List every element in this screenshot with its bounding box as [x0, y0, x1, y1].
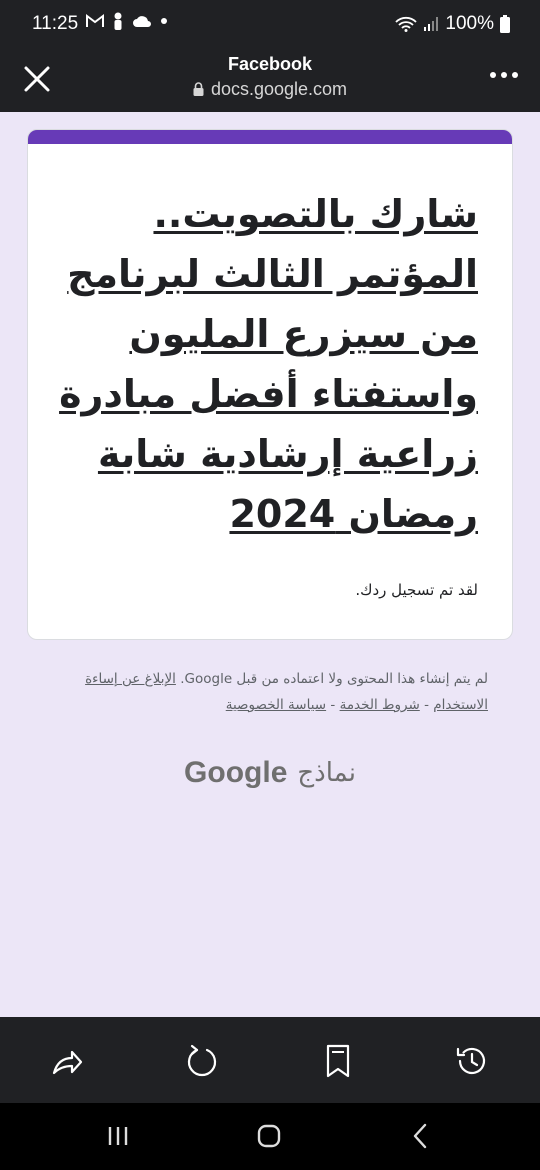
- bookmark-icon[interactable]: [320, 1043, 356, 1079]
- dot-icon: [161, 18, 167, 24]
- status-bar: 11:25 100%: [0, 0, 540, 48]
- brand-google: Google: [184, 756, 288, 789]
- refresh-icon[interactable]: [184, 1043, 220, 1079]
- bottom-toolbar: [0, 1017, 540, 1103]
- terms-link[interactable]: شروط الخدمة: [340, 697, 420, 713]
- disclaimer: لم يتم إنشاء هذا المحتوى ولا اعتماده من …: [85, 671, 488, 713]
- url-display[interactable]: docs.google.com: [0, 79, 540, 100]
- gmail-icon: [86, 14, 104, 27]
- notification-icons: [86, 12, 168, 30]
- brand-forms: نماذج: [297, 758, 356, 788]
- home-icon[interactable]: [254, 1121, 284, 1151]
- page-title: Facebook: [227, 54, 313, 74]
- url-text: docs.google.com: [210, 79, 348, 99]
- battery-percent: 100%: [445, 13, 494, 34]
- privacy-link[interactable]: سياسة الخصوصية: [226, 697, 326, 713]
- system-nav-bar: [0, 1103, 540, 1170]
- browser-top-bar: Facebook docs.google.com: [0, 48, 540, 112]
- recents-icon[interactable]: [103, 1121, 133, 1151]
- form-card: شارك بالتصويت.. المؤتمر الثالث لبرنامج م…: [27, 129, 513, 640]
- disclaimer-text: لم يتم إنشاء هذا المحتوى ولا اعتماده من …: [180, 671, 488, 687]
- battery-icon: [500, 15, 510, 33]
- signal-icon: [424, 17, 439, 31]
- wifi-icon: [395, 16, 418, 32]
- status-right: 100%: [395, 13, 510, 35]
- form-accent-bar: [28, 130, 512, 144]
- history-icon[interactable]: [454, 1043, 490, 1079]
- share-icon[interactable]: [49, 1043, 85, 1079]
- form-title: شارك بالتصويت.. المؤتمر الثالث لبرنامج م…: [59, 192, 478, 536]
- cloud-icon: [133, 16, 151, 27]
- person-icon: [114, 12, 122, 30]
- google-forms-logo[interactable]: Google نماذج: [0, 756, 540, 790]
- confirmation-message: لقد تم تسجيل ردك.: [355, 581, 478, 599]
- lock-icon: [193, 82, 204, 96]
- status-time: 11:25: [32, 13, 79, 34]
- more-options-icon[interactable]: [490, 72, 518, 78]
- back-icon[interactable]: [405, 1121, 435, 1151]
